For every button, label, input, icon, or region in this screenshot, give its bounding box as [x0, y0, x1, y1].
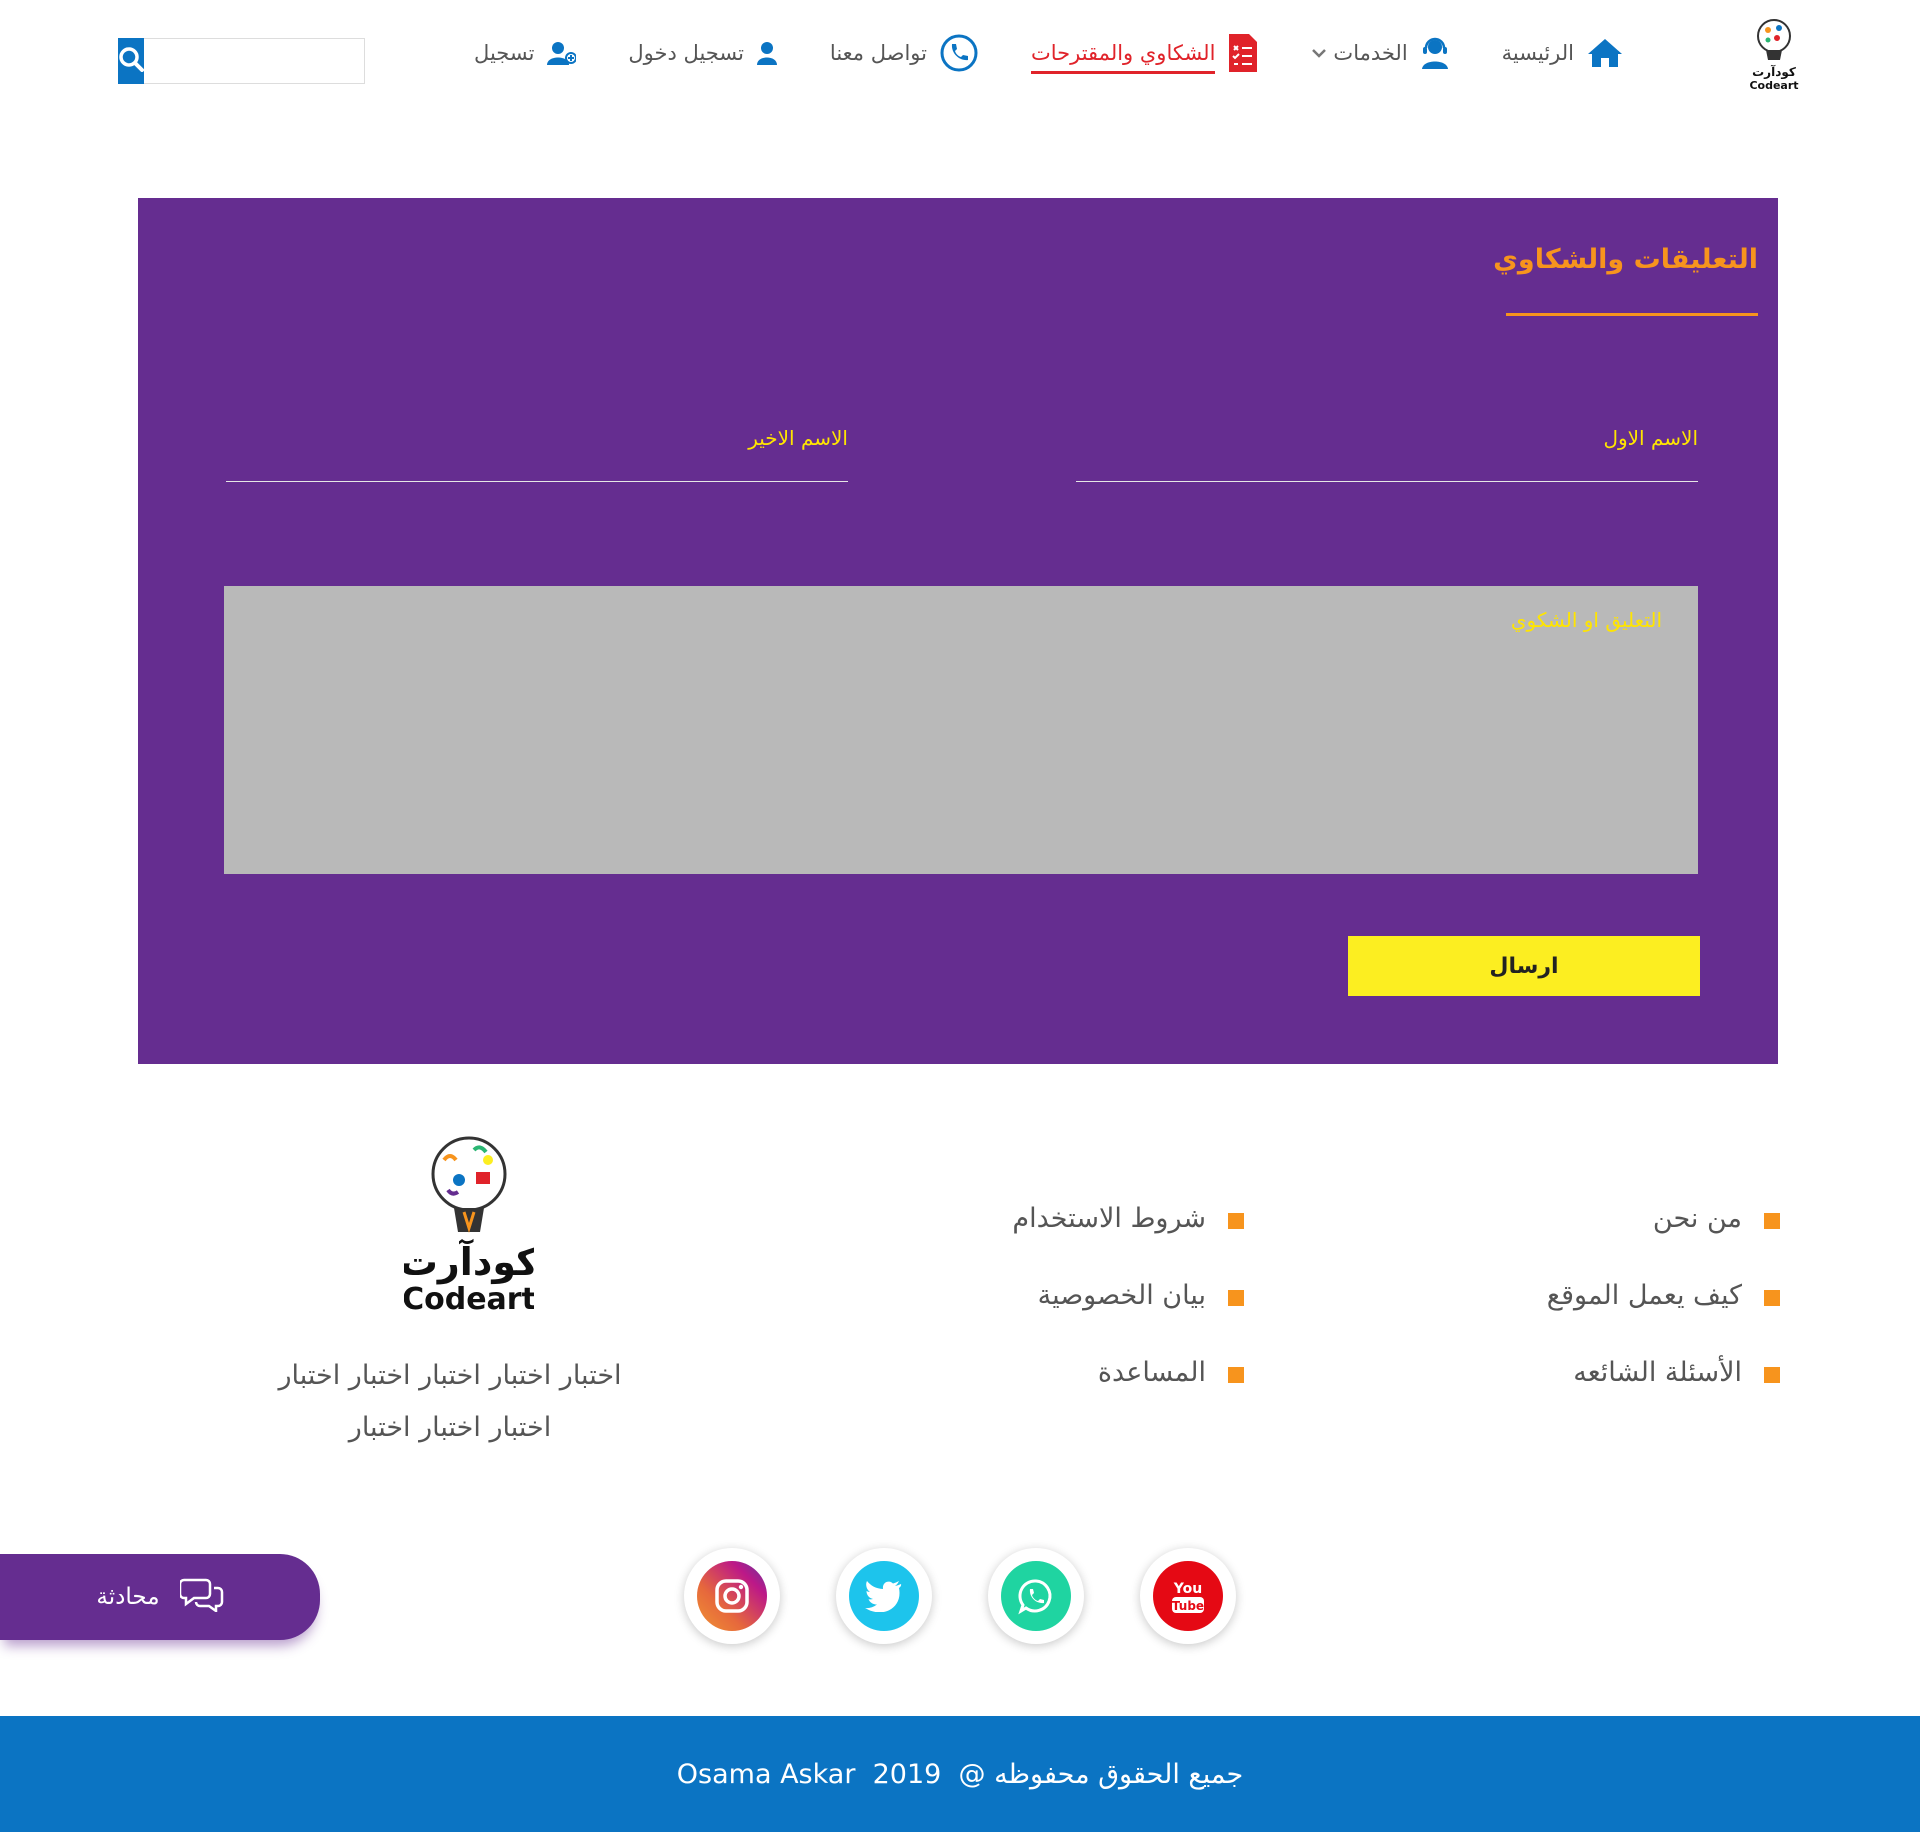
lightbulb-logo-icon: كودآرت Codeart [1749, 19, 1799, 92]
support-agent-icon [1420, 36, 1450, 70]
search-icon [118, 46, 144, 76]
square-bullet-icon [1228, 1213, 1244, 1229]
chat-bubbles-icon [178, 1576, 224, 1618]
youtube-icon: You Tube [1153, 1561, 1223, 1631]
svg-text:Codeart: Codeart [1749, 79, 1798, 92]
complaints-form-panel: التعليقات والشكاوي الاسم الاول الاسم الا… [138, 198, 1778, 1064]
home-icon [1586, 37, 1624, 69]
svg-text:كودآرت: كودآرت [404, 1238, 534, 1284]
last-name-input[interactable] [226, 447, 848, 477]
footer-link-faq[interactable]: الأسئلة الشائعه [1547, 1356, 1780, 1388]
main-nav: الرئيسية الخدمات الشكاوي والمقترحات تواص… [474, 28, 1624, 78]
footer-link-terms[interactable]: شروط الاستخدام [1012, 1202, 1244, 1234]
footer-about-text: اختبار اختبار اختبار اختبار اختبار اختبا… [240, 1350, 660, 1454]
nav-label: الرئيسية [1501, 41, 1574, 65]
nav-label: تسجيل [474, 41, 535, 65]
square-bullet-icon [1228, 1290, 1244, 1306]
title-underline [1506, 313, 1758, 316]
nav-label: تواصل معنا [829, 41, 927, 65]
site-header: كودآرت Codeart الرئيسية الخدمات الشكاوي … [0, 0, 1920, 110]
form-title: التعليقات والشكاوي [1493, 244, 1758, 275]
nav-item-login[interactable]: تسجيل دخول [628, 41, 778, 65]
user-add-icon [546, 41, 577, 65]
svg-text:كودآرت: كودآرت [1752, 64, 1796, 80]
comment-label: التعليق او الشكوي [1510, 608, 1662, 632]
first-name-field[interactable]: الاسم الاول [1076, 426, 1698, 482]
nav-label: الخدمات [1333, 41, 1408, 65]
copyright-bar: جميع الحقوق محفوظه @ 2019 Osama Askar [0, 1716, 1920, 1832]
complaints-list-icon [1227, 32, 1259, 74]
footer-link-about[interactable]: من نحن [1547, 1202, 1780, 1234]
chevron-down-icon[interactable] [1311, 44, 1327, 63]
footer-links-column-1: من نحن كيف يعمل الموقع الأسئلة الشائعه [1547, 1202, 1780, 1388]
svg-text:You: You [1173, 1581, 1202, 1597]
nav-item-services[interactable]: الخدمات [1311, 36, 1449, 70]
footer-link-label: شروط الاستخدام [1012, 1202, 1206, 1234]
svg-text:Tube: Tube [1172, 1599, 1204, 1613]
last-name-field[interactable]: الاسم الاخير [226, 426, 848, 482]
svg-text:Codeart: Codeart [404, 1282, 534, 1317]
nav-label: تسجيل دخول [628, 41, 744, 65]
footer-link-label: من نحن [1652, 1202, 1742, 1234]
comment-textarea[interactable]: التعليق او الشكوي [224, 586, 1698, 874]
submit-button[interactable]: ارسال [1348, 936, 1700, 996]
footer-link-privacy[interactable]: بيان الخصوصية [1012, 1279, 1244, 1311]
square-bullet-icon [1764, 1290, 1780, 1306]
footer-links-column-2: شروط الاستخدام بيان الخصوصية المساعدة [1012, 1202, 1244, 1388]
footer-link-label: الأسئلة الشائعه [1573, 1356, 1742, 1388]
lightbulb-logo-icon: كودآرت Codeart [400, 1136, 539, 1317]
footer-link-label: بيان الخصوصية [1037, 1279, 1206, 1311]
phone-icon [939, 33, 979, 73]
footer-link-label: المساعدة [1097, 1356, 1206, 1388]
instagram-icon [697, 1561, 767, 1631]
nav-label: الشكاوي والمقترحات [1030, 41, 1216, 74]
twitter-link[interactable] [836, 1548, 932, 1644]
chat-button[interactable]: محادثة [0, 1554, 320, 1640]
square-bullet-icon [1764, 1213, 1780, 1229]
search-button[interactable] [118, 38, 144, 84]
search-input[interactable] [144, 38, 365, 84]
user-icon [756, 41, 778, 65]
chat-label: محادثة [96, 1584, 160, 1610]
nav-item-home[interactable]: الرئيسية [1502, 37, 1624, 69]
youtube-link[interactable]: You Tube [1140, 1548, 1236, 1644]
instagram-link[interactable] [684, 1548, 780, 1644]
footer-link-help[interactable]: المساعدة [1012, 1356, 1244, 1388]
square-bullet-icon [1228, 1367, 1244, 1383]
whatsapp-icon [1001, 1561, 1071, 1631]
square-bullet-icon [1764, 1367, 1780, 1383]
site-logo[interactable]: كودآرت Codeart [1746, 16, 1802, 92]
nav-item-register[interactable]: تسجيل [474, 41, 577, 65]
about-line: اختبار اختبار اختبار [348, 1412, 552, 1443]
twitter-icon [849, 1561, 919, 1631]
first-name-input[interactable] [1076, 447, 1698, 477]
nav-item-complaints[interactable]: الشكاوي والمقترحات [1030, 32, 1259, 74]
footer-link-how-it-works[interactable]: كيف يعمل الموقع [1547, 1279, 1780, 1311]
nav-item-contact[interactable]: تواصل معنا [830, 33, 979, 73]
about-line: اختبار اختبار اختبار اختبار اختبار [278, 1360, 622, 1391]
search-box [118, 38, 365, 84]
footer-logo: كودآرت Codeart [400, 1132, 539, 1317]
whatsapp-link[interactable] [988, 1548, 1084, 1644]
footer-link-label: كيف يعمل الموقع [1546, 1279, 1742, 1311]
copyright-text: جميع الحقوق محفوظه @ 2019 Osama Askar [676, 1758, 1244, 1790]
